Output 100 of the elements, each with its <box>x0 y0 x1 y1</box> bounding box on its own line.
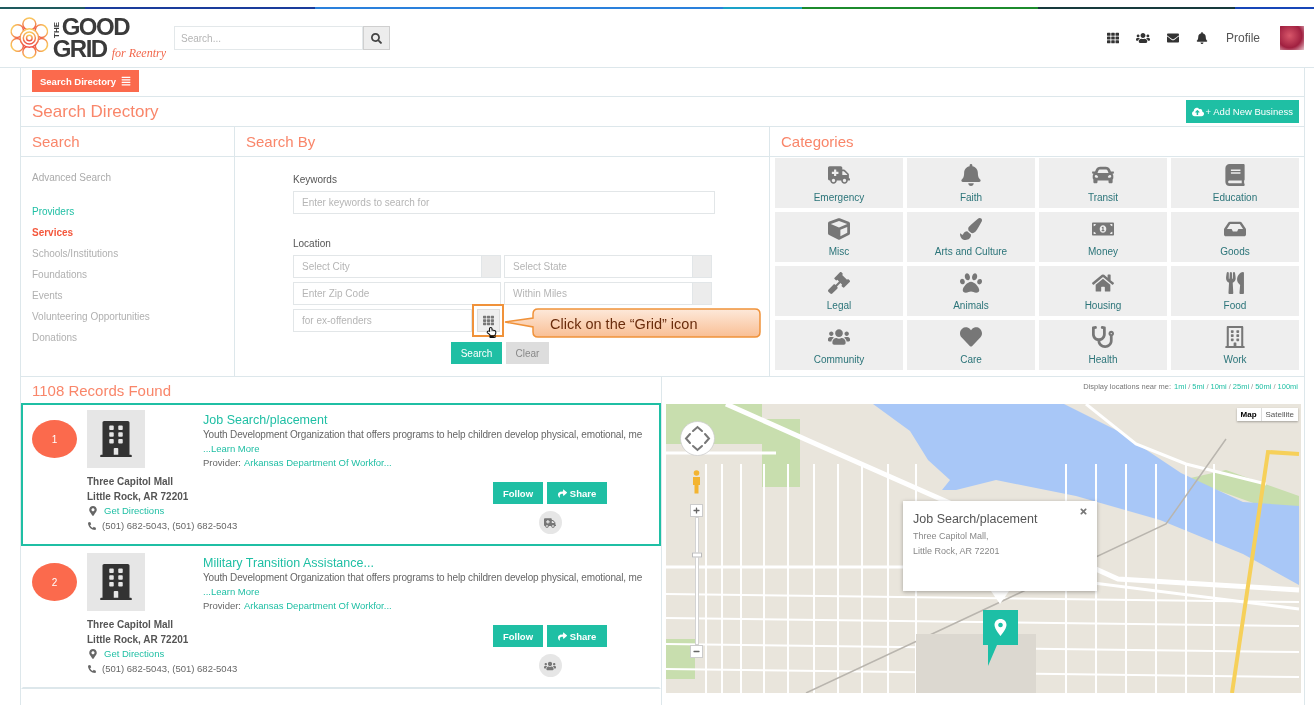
directory-type-link[interactable]: Events <box>32 285 63 306</box>
keywords-input[interactable]: Enter keywords to search for <box>293 191 715 214</box>
logo-tagline: for Reentry <box>111 46 166 60</box>
phone-number: (501) 682-5043, (501) 682-5043 <box>102 661 238 676</box>
paw-icon <box>960 272 982 294</box>
share-icon <box>557 488 567 498</box>
learn-more-link[interactable]: ...Learn More <box>203 442 260 456</box>
category-tile[interactable]: Animals <box>907 266 1035 316</box>
category-tile[interactable]: Health <box>1039 320 1167 370</box>
category-tile[interactable]: Community <box>775 320 903 370</box>
dropdown-toggle[interactable] <box>693 255 712 278</box>
dropdown-toggle[interactable] <box>693 282 712 305</box>
category-tile[interactable]: Legal <box>775 266 903 316</box>
record-description: Youth Development Organization that offers programs to help children develop physical, emotional, me <box>203 428 643 442</box>
house-icon <box>1092 272 1114 294</box>
add-business-button[interactable]: + Add New Business <box>1185 100 1299 123</box>
category-tile[interactable]: Money <box>1039 212 1167 262</box>
ambulance-icon <box>828 164 850 186</box>
zoom-out-button[interactable] <box>690 645 703 658</box>
category-tile[interactable]: Faith <box>907 158 1035 208</box>
category-tile[interactable]: Transit <box>1039 158 1167 208</box>
map-type-button[interactable]: Map <box>1236 408 1261 421</box>
hand-cursor-icon <box>486 327 497 338</box>
category-tile[interactable]: Goods <box>1171 212 1299 262</box>
zoom-in-button[interactable] <box>690 504 703 517</box>
site-search-field[interactable]: Search... <box>174 26 363 50</box>
popup-title: Job Search/placement <box>913 511 1038 528</box>
directory-type-link[interactable]: Providers <box>32 201 75 222</box>
close-icon[interactable] <box>1079 507 1088 516</box>
heart-icon <box>960 326 982 348</box>
zoom-slider-track[interactable] <box>694 517 699 645</box>
location-select-input[interactable]: Select State <box>504 255 693 278</box>
people-icon[interactable] <box>1136 31 1150 45</box>
search-icon <box>371 32 382 44</box>
record-title-link[interactable]: Military Transition Assistance... <box>203 555 374 571</box>
directory-type-link[interactable]: Volunteering Opportunities <box>32 306 150 327</box>
learn-more-link[interactable]: ...Learn More <box>203 585 260 599</box>
ambulance-icon <box>538 511 562 534</box>
people-icon <box>828 326 850 348</box>
category-tile[interactable]: Work <box>1171 320 1299 370</box>
search-directory-button[interactable]: Search Directory <box>32 70 140 92</box>
provider-link[interactable]: Arkansas Department Of Workfor... <box>244 456 392 470</box>
category-tile[interactable]: Misc <box>775 212 903 262</box>
map-type-button[interactable]: Satellite <box>1260 408 1298 421</box>
get-directions-link[interactable]: Get Directions <box>104 504 165 519</box>
profile-link[interactable]: Profile <box>1226 31 1260 45</box>
record-title-link[interactable]: Job Search/placement <box>203 412 328 428</box>
directory-type-link[interactable]: Schools/Institutions <box>32 243 119 264</box>
panel-title: Categories <box>781 133 854 150</box>
record-card[interactable] <box>21 403 661 546</box>
envelope-icon[interactable] <box>1167 32 1179 44</box>
book-icon <box>1224 164 1246 186</box>
category-tile[interactable]: Care <box>907 320 1035 370</box>
provider-link[interactable]: Arkansas Department Of Workfor... <box>244 599 392 613</box>
bell-icon <box>960 164 982 186</box>
field-label: Location <box>293 237 332 251</box>
people-icon <box>538 654 562 677</box>
category-tile[interactable]: Housing <box>1039 266 1167 316</box>
logo-prefix: THE <box>52 22 61 38</box>
share-button[interactable]: Share <box>547 482 607 504</box>
zoom-slider-thumb[interactable] <box>691 552 702 558</box>
search-button[interactable] <box>363 26 390 50</box>
category-tile[interactable]: Arts and Culture <box>907 212 1035 262</box>
filter-input[interactable]: for ex-offenders <box>293 309 472 332</box>
location-input[interactable]: Enter Zip Code <box>293 282 501 305</box>
dropdown-toggle[interactable] <box>482 255 501 278</box>
record-number: 1 <box>32 420 77 458</box>
category-tile[interactable]: Food <box>1171 266 1299 316</box>
field-label: Keywords <box>293 173 338 187</box>
office-building-icon <box>1224 326 1246 348</box>
logo-flower-icon <box>8 15 51 61</box>
share-button[interactable]: Share <box>547 625 607 647</box>
share-icon <box>557 631 567 641</box>
location-select-input[interactable]: Select City <box>293 255 482 278</box>
car-icon <box>1092 164 1114 186</box>
panel-title: Search By <box>246 133 316 150</box>
records-count: 1108 Records Found <box>32 381 171 399</box>
advanced-search-link[interactable]: Advanced Search <box>32 167 111 188</box>
get-directions-link[interactable]: Get Directions <box>104 647 165 662</box>
clear-button[interactable]: Clear <box>506 342 549 364</box>
search-submit-button[interactable]: Search <box>451 342 502 364</box>
follow-button[interactable]: Follow <box>493 625 543 647</box>
provider-label: Provider: <box>203 599 241 613</box>
category-tile[interactable]: Education <box>1171 158 1299 208</box>
category-tile[interactable]: Emergency <box>775 158 903 208</box>
directory-type-link[interactable]: Foundations <box>32 264 88 285</box>
map-marker-icon[interactable] <box>983 610 1018 667</box>
follow-button[interactable]: Follow <box>493 482 543 504</box>
location-select-input[interactable]: Within Miles <box>504 282 693 305</box>
directory-type-link[interactable]: Services <box>32 222 74 243</box>
directory-type-link[interactable]: Donations <box>32 327 78 348</box>
page-title: Search Directory <box>32 101 159 122</box>
record-number: 2 <box>32 563 77 601</box>
bell-icon[interactable] <box>1196 32 1208 44</box>
apps-grid-icon[interactable] <box>1107 32 1119 44</box>
building-icon <box>87 410 145 468</box>
grid-icon <box>482 315 494 326</box>
avatar-placeholder[interactable] <box>1280 26 1304 50</box>
pan-control-icon[interactable] <box>680 421 715 456</box>
provider-label: Provider: <box>203 456 241 470</box>
